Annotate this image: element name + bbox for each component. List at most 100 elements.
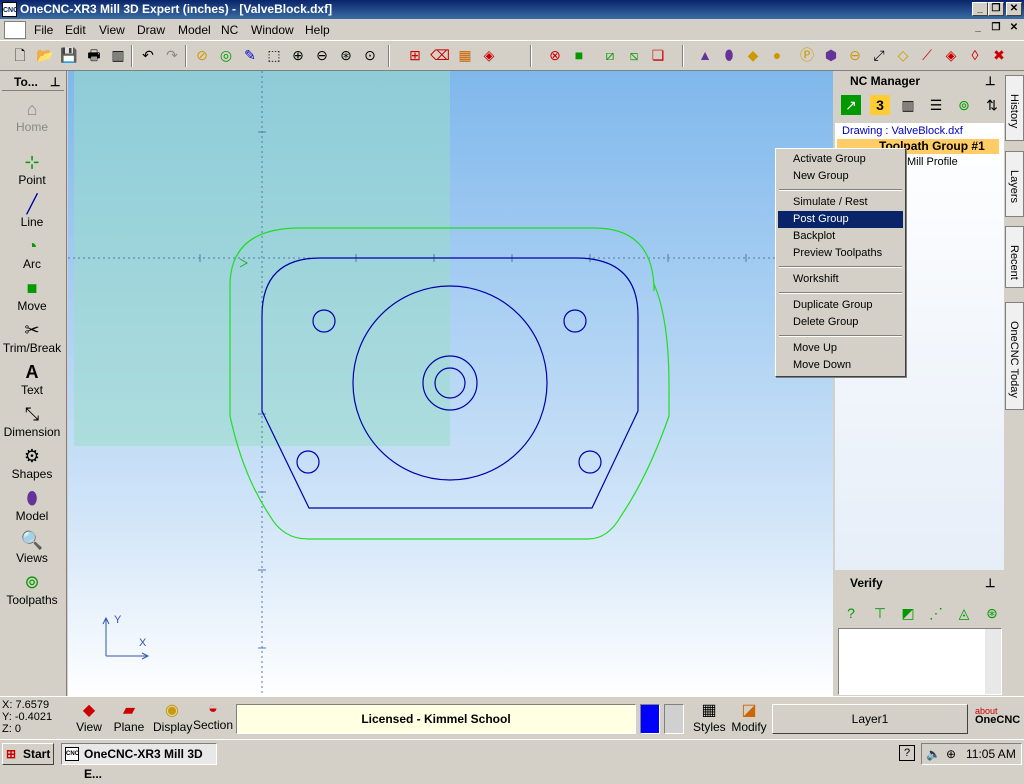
select-color-icon[interactable]: ■ bbox=[569, 45, 589, 65]
zoom-previous-icon[interactable]: ⊙ bbox=[360, 45, 380, 65]
pin-icon[interactable]: ⊥ bbox=[50, 73, 60, 91]
tool-move[interactable]: ■ Move bbox=[0, 277, 64, 313]
color-swatch-secondary[interactable] bbox=[664, 704, 684, 734]
menu-backplot[interactable]: Backplot bbox=[778, 228, 903, 245]
menu-nc[interactable]: NC bbox=[221, 23, 238, 37]
drawing-canvas[interactable]: Y X bbox=[68, 71, 833, 696]
box-icon[interactable]: ◆ bbox=[743, 45, 763, 65]
regen-icon[interactable]: ⊘ bbox=[192, 45, 212, 65]
open-folder-icon[interactable]: 📂 bbox=[35, 45, 55, 65]
network-icon[interactable]: ⊕ bbox=[946, 744, 956, 764]
bolt-hole-top-right[interactable] bbox=[563, 309, 587, 333]
menu-help[interactable]: Help bbox=[305, 23, 330, 37]
stop-icon[interactable]: ⊗ bbox=[545, 45, 565, 65]
mill-profile-node[interactable]: Mill Profile bbox=[907, 156, 958, 168]
plane-icon[interactable]: Ⓟ bbox=[797, 45, 817, 65]
display-button[interactable]: ◉ Display bbox=[153, 700, 192, 734]
app-icon[interactable]: CNC bbox=[2, 2, 18, 17]
nc-3d-icon[interactable]: 3 bbox=[870, 95, 890, 115]
tool-model[interactable]: ⬮ Model bbox=[0, 487, 64, 523]
verify-pin-icon[interactable]: ⊥ bbox=[985, 572, 995, 594]
volume-icon[interactable]: 🔈 bbox=[926, 744, 941, 764]
trim-icon[interactable]: ⧄ bbox=[600, 45, 620, 65]
extend-icon[interactable]: ⧅ bbox=[624, 45, 644, 65]
redo-icon[interactable]: ↷ bbox=[162, 45, 182, 65]
menu-draw[interactable]: Draw bbox=[137, 23, 165, 37]
color-swatch-primary[interactable] bbox=[640, 704, 660, 734]
add-entity-icon[interactable]: ⊞ bbox=[405, 45, 425, 65]
menu-workshift[interactable]: Workshift bbox=[778, 271, 903, 288]
tool-home[interactable]: ⌂ Home bbox=[0, 98, 64, 134]
tab-onecnc-today[interactable]: OneCNC Today bbox=[1005, 302, 1024, 410]
nc-export-icon[interactable]: ↗ bbox=[841, 95, 861, 115]
tab-recent[interactable]: Recent bbox=[1005, 226, 1024, 288]
menu-post-group[interactable]: Post Group bbox=[778, 211, 903, 228]
pencil-icon[interactable]: ✎ bbox=[240, 45, 260, 65]
document-icon[interactable] bbox=[4, 21, 26, 39]
verify-solid-icon[interactable]: ◬ bbox=[954, 603, 974, 623]
menu-move-down[interactable]: Move Down bbox=[778, 357, 903, 374]
start-button[interactable]: ⊞ Start bbox=[2, 743, 54, 765]
print-preview-icon[interactable]: ▥ bbox=[108, 45, 128, 65]
mdi-close-button[interactable]: ✕ bbox=[1006, 22, 1022, 36]
plane-button[interactable]: ▰ Plane bbox=[112, 700, 146, 734]
nc-manager-pin-icon[interactable]: ⊥ bbox=[985, 71, 995, 91]
layers-icon[interactable]: ◈ bbox=[479, 45, 499, 65]
tool-toolpaths[interactable]: ⊚ Toolpaths bbox=[0, 571, 64, 607]
menu-preview-toolpaths[interactable]: Preview Toolpaths bbox=[778, 245, 903, 262]
grid-icon[interactable]: ▦ bbox=[455, 45, 475, 65]
verify-reset-icon[interactable]: ⊛ bbox=[982, 603, 1002, 623]
nc-workshift-icon[interactable]: ⊚ bbox=[954, 95, 974, 115]
styles-button[interactable]: ▦ Styles bbox=[693, 700, 726, 734]
modify-button[interactable]: ◪ Modify bbox=[731, 700, 767, 734]
verify-stock-icon[interactable]: ◩ bbox=[898, 603, 918, 623]
print-icon[interactable]: 🖶 bbox=[84, 45, 104, 65]
zoom-window-icon[interactable]: ⬚ bbox=[264, 45, 284, 65]
verify-scrollbar[interactable] bbox=[985, 629, 1001, 694]
mdi-restore-button[interactable]: ❐ bbox=[988, 22, 1004, 36]
nc-list-icon[interactable]: ☰ bbox=[926, 95, 946, 115]
copy-icon[interactable]: ❏ bbox=[648, 45, 668, 65]
menu-move-up[interactable]: Move Up bbox=[778, 340, 903, 357]
sweep-icon[interactable]: ◈ bbox=[941, 45, 961, 65]
verify-tool-icon[interactable]: ⊤ bbox=[870, 603, 890, 623]
axis-icon[interactable]: ⤢ bbox=[869, 45, 889, 65]
help-tray-icon[interactable]: ? bbox=[899, 745, 915, 761]
rule-icon[interactable]: ⟋ bbox=[917, 45, 937, 65]
mdi-minimize-button[interactable]: _ bbox=[970, 22, 986, 36]
spheres-icon[interactable]: ● bbox=[767, 45, 787, 65]
blend-icon[interactable]: ✖ bbox=[989, 45, 1009, 65]
menu-edit[interactable]: Edit bbox=[65, 23, 86, 37]
tool-views[interactable]: 🔍 Views bbox=[0, 529, 64, 565]
undo-icon[interactable]: ↶ bbox=[138, 45, 158, 65]
close-button[interactable]: ✕ bbox=[1006, 2, 1022, 16]
surface-icon[interactable]: ◇ bbox=[893, 45, 913, 65]
verify-path-icon[interactable]: ⋰ bbox=[926, 603, 946, 623]
tool-text[interactable]: A Text bbox=[0, 361, 64, 397]
zoom-all-icon[interactable]: ⊛ bbox=[336, 45, 356, 65]
menu-duplicate-group[interactable]: Duplicate Group bbox=[778, 297, 903, 314]
minimize-button[interactable]: _ bbox=[972, 2, 988, 16]
cylinder-icon[interactable]: ⬮ bbox=[719, 45, 739, 65]
section-icon[interactable]: ⊖ bbox=[845, 45, 865, 65]
menu-delete-group[interactable]: Delete Group bbox=[778, 314, 903, 331]
new-file-icon[interactable]: 🗋 bbox=[10, 45, 30, 65]
tab-history[interactable]: History bbox=[1005, 75, 1024, 141]
verify-help-icon[interactable]: ? bbox=[841, 603, 861, 623]
view-button[interactable]: ◆ View bbox=[76, 700, 102, 734]
loft-icon[interactable]: ◊ bbox=[965, 45, 985, 65]
zoom-in-icon[interactable]: ⊕ bbox=[288, 45, 308, 65]
about-onecnc[interactable]: about OneCNC bbox=[975, 707, 1021, 726]
menu-new-group[interactable]: New Group bbox=[778, 168, 903, 185]
bolt-hole-bottom-right[interactable] bbox=[578, 450, 602, 474]
nc-move-icon[interactable]: ⇅ bbox=[982, 95, 1002, 115]
tool-shapes[interactable]: ⚙ Shapes bbox=[0, 445, 64, 481]
nc-tools-icon[interactable]: ▥ bbox=[898, 95, 918, 115]
tool-point[interactable]: ⊹ Point bbox=[0, 151, 64, 187]
menu-simulate-rest[interactable]: Simulate / Rest bbox=[778, 194, 903, 211]
menu-view[interactable]: View bbox=[99, 23, 125, 37]
menu-model[interactable]: Model bbox=[178, 23, 211, 37]
section-button[interactable]: ◒ Section bbox=[193, 700, 233, 732]
save-icon[interactable]: 💾 bbox=[59, 45, 79, 65]
tool-arc[interactable]: ◔ Arc bbox=[0, 235, 64, 271]
